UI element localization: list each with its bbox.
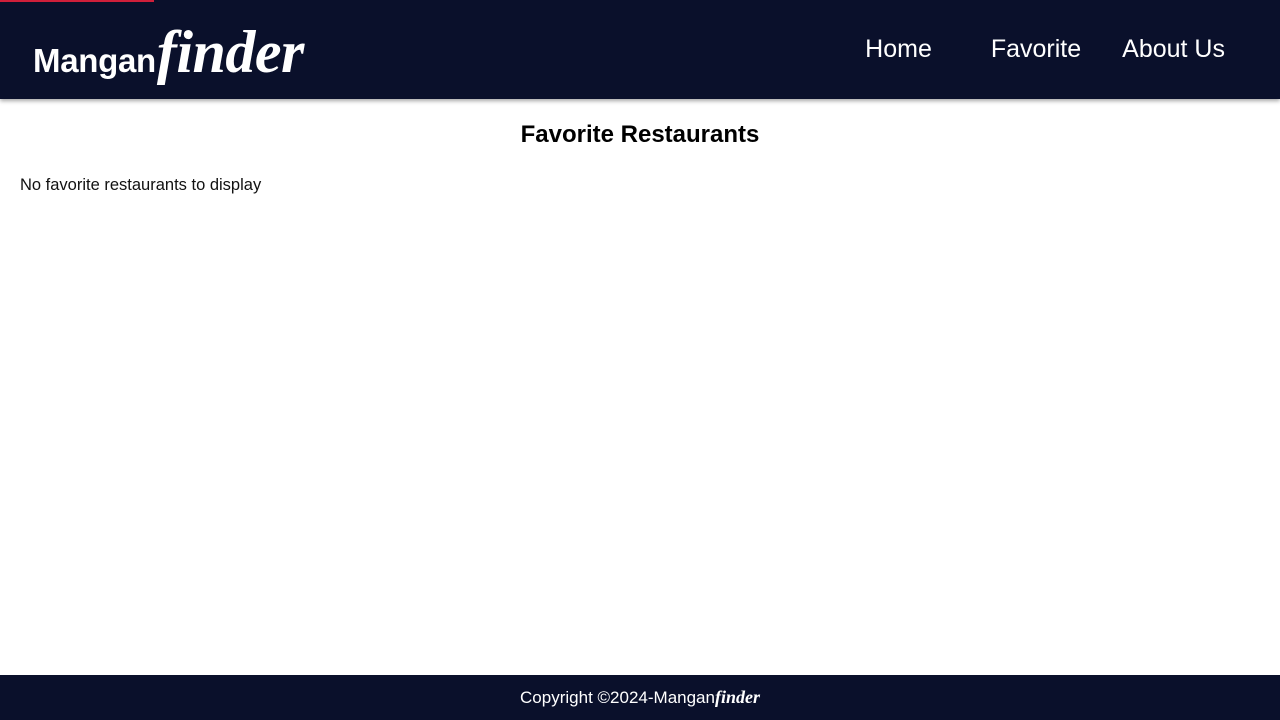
nav-link-about-us[interactable]: About Us [1122,25,1225,74]
main-nav: Home Favorite About Us [824,0,1225,99]
nav-link-favorite[interactable]: Favorite [991,25,1081,74]
brand-logo-main: Mangan [33,42,156,79]
page: Mangan finder Home Favorite About Us Fav… [0,0,1280,720]
footer-copyright-text: Copyright ©2024- [520,688,654,707]
site-footer: Copyright ©2024- Mangan finder [0,675,1280,720]
footer-copyright: Copyright ©2024- Mangan finder [520,687,760,708]
brand-logo-accent: finder [156,19,305,85]
empty-state-message: No favorite restaurants to display [20,176,262,194]
loading-progress-bar [0,0,154,2]
page-title: Favorite Restaurants [520,121,760,148]
brand-logo[interactable]: Mangan finder [33,18,304,93]
footer-brand-accent: finder [714,687,760,707]
nav-link-home[interactable]: Home [865,25,932,74]
main-content: Favorite Restaurants No favorite restaur… [0,99,1280,675]
footer-brand-main: Mangan [653,688,715,707]
site-header: Mangan finder Home Favorite About Us [0,0,1280,99]
